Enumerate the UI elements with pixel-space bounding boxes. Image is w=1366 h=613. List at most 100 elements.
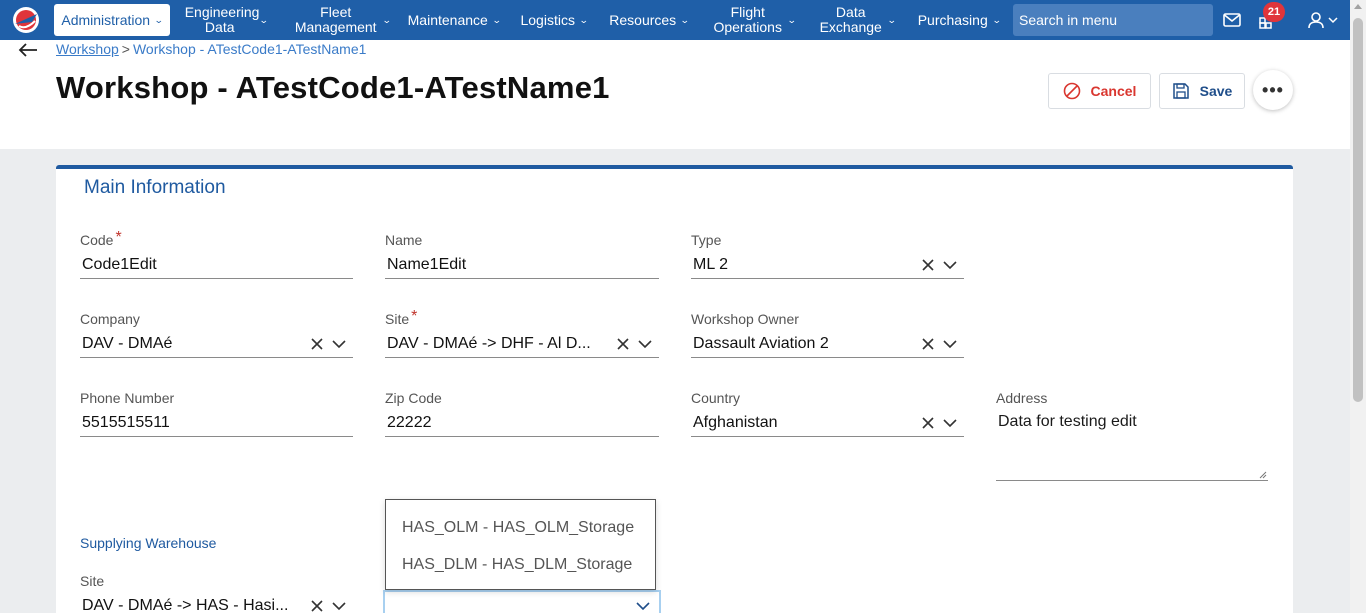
chevron-down-icon[interactable] [942,415,958,431]
address-label: Address [996,390,1048,406]
nav-label: Engineering Data [184,4,260,35]
chevron-down-icon: ⌄ [491,14,502,25]
phone-value: 5515515511 [82,413,170,431]
workshop-owner-value: Dassault Aviation 2 [693,334,829,352]
app-logo-icon[interactable] [10,4,42,36]
code-label: Code * [80,229,122,250]
company-select[interactable]: DAV - DMAé [80,330,353,358]
warehouse-select[interactable] [383,590,661,613]
chevron-down-icon: ⌄ [786,14,797,25]
user-icon[interactable] [1306,10,1326,30]
warehouse-dropdown-menu: HAS_OLM - HAS_OLM_Storage HAS_DLM - HAS_… [385,499,656,590]
nav-administration[interactable]: Administration ⌄ [54,4,170,36]
nav-label: Logistics [520,11,575,28]
nav-maintenance[interactable]: Maintenance ⌄ [404,0,504,40]
chevron-down-icon[interactable] [942,336,958,352]
breadcrumb-separator: > [121,41,130,57]
clear-icon[interactable] [920,257,936,273]
nav-label: Fleet Management [294,4,377,35]
menu-search-input[interactable]: Search in menu [1013,4,1213,36]
site-select[interactable]: DAV - DMAé -> DHF - Al D... [385,330,659,358]
site-value: DAV - DMAé -> DHF - Al D... [387,334,591,352]
country-label: Country [691,390,741,406]
name-field[interactable]: Name1Edit [385,251,659,279]
breadcrumb-workshop-link[interactable]: Workshop [56,41,119,57]
zip-label: Zip Code [385,390,442,406]
name-value: Name1Edit [387,255,467,273]
nav-purchasing[interactable]: Purchasing ⌄ [914,0,1004,40]
breadcrumb-current: Workshop - ATestCode1-ATestName1 [132,41,367,57]
clear-icon[interactable] [920,415,936,431]
nav-label: Flight Operations [713,4,782,35]
nav-data-exchange[interactable]: Data Exchange ⌄ [814,0,900,40]
clear-icon[interactable] [615,336,631,352]
save-label: Save [1199,83,1233,99]
nav-fleet-management[interactable]: Fleet Management ⌄ [290,0,394,40]
chevron-down-icon: ⌄ [680,14,690,25]
phone-field[interactable]: 5515515511 [80,409,353,437]
warehouse-site-select[interactable]: DAV - DMAé -> HAS - Hasi... [80,592,353,613]
breadcrumb: Workshop > Workshop - ATestCode1-ATestName… [56,41,366,57]
save-button[interactable]: Save [1159,73,1245,109]
required-marker: * [411,308,418,325]
clear-icon[interactable] [309,336,325,352]
nav-resources[interactable]: Resources ⌄ [604,0,694,40]
main-information-card [56,165,1293,613]
chevron-down-icon[interactable] [635,598,651,613]
mail-icon[interactable] [1222,10,1242,30]
nav-logistics[interactable]: Logistics ⌄ [516,0,592,40]
resize-grip-icon[interactable] [1259,471,1267,479]
back-arrow-icon[interactable] [18,42,38,58]
chevron-down-icon[interactable] [1328,16,1338,24]
page-title: Workshop - ATestCode1-ATestName1 [56,70,610,105]
chevron-down-icon: ⌄ [578,14,589,25]
clear-icon[interactable] [920,336,936,352]
clear-icon[interactable] [309,598,325,613]
required-marker: * [115,229,122,246]
chevron-down-icon[interactable] [637,336,653,352]
chevron-down-icon[interactable] [331,598,347,613]
workshop-owner-select[interactable]: Dassault Aviation 2 [691,330,964,358]
section-title-main-information: Main Information [84,177,226,198]
company-value: DAV - DMAé [82,334,173,352]
section-title-supplying-warehouse: Supplying Warehouse [80,535,217,551]
chevron-down-icon: ⌄ [153,14,164,25]
zip-field[interactable]: 22222 [385,409,659,437]
search-placeholder: Search in menu [1019,12,1118,28]
nav-label: Data Exchange [819,4,882,35]
cancel-icon [1063,82,1080,100]
warehouse-site-label: Site [80,573,105,589]
nav-label: Administration [61,11,151,28]
nav-label: Resources [609,11,677,28]
dropdown-option[interactable]: HAS_DLM - HAS_DLM_Storage [402,556,632,574]
code-label-text: Code [80,232,114,248]
type-select[interactable]: ML 2 [691,251,964,279]
type-value: ML 2 [693,255,728,273]
code-value: Code1Edit [82,255,157,273]
chevron-down-icon[interactable] [331,336,347,352]
nav-label: Maintenance [407,11,488,28]
dropdown-option[interactable]: HAS_OLM - HAS_OLM_Storage [402,519,634,537]
type-label: Type [691,232,722,248]
more-options-button[interactable]: ••• [1253,70,1293,110]
save-icon [1172,83,1189,99]
notification-badge: 21 [1263,2,1285,22]
nav-flight-operations[interactable]: Flight Operations ⌄ [706,0,802,40]
scroll-up-icon[interactable] [1354,4,1362,9]
chevron-down-icon[interactable] [942,257,958,273]
scrollbar-thumb[interactable] [1353,18,1363,402]
chevron-down-icon: ⌄ [886,14,897,25]
vertical-scrollbar[interactable] [1350,0,1366,613]
chevron-down-icon: ⌄ [991,14,1002,25]
cancel-button[interactable]: Cancel [1048,73,1151,109]
nav-engineering-data[interactable]: Engineering Data ⌄ [180,0,272,40]
country-select[interactable]: Afghanistan [691,409,964,437]
site-label: Site * [385,308,418,329]
phone-label: Phone Number [80,390,175,406]
chevron-down-icon: ⌄ [381,14,392,25]
code-field[interactable]: Code1Edit [80,251,353,279]
cancel-label: Cancel [1090,83,1137,99]
address-textarea[interactable]: Data for testing edit [996,411,1268,481]
company-label: Company [80,311,140,327]
address-value: Data for testing edit [998,413,1137,430]
